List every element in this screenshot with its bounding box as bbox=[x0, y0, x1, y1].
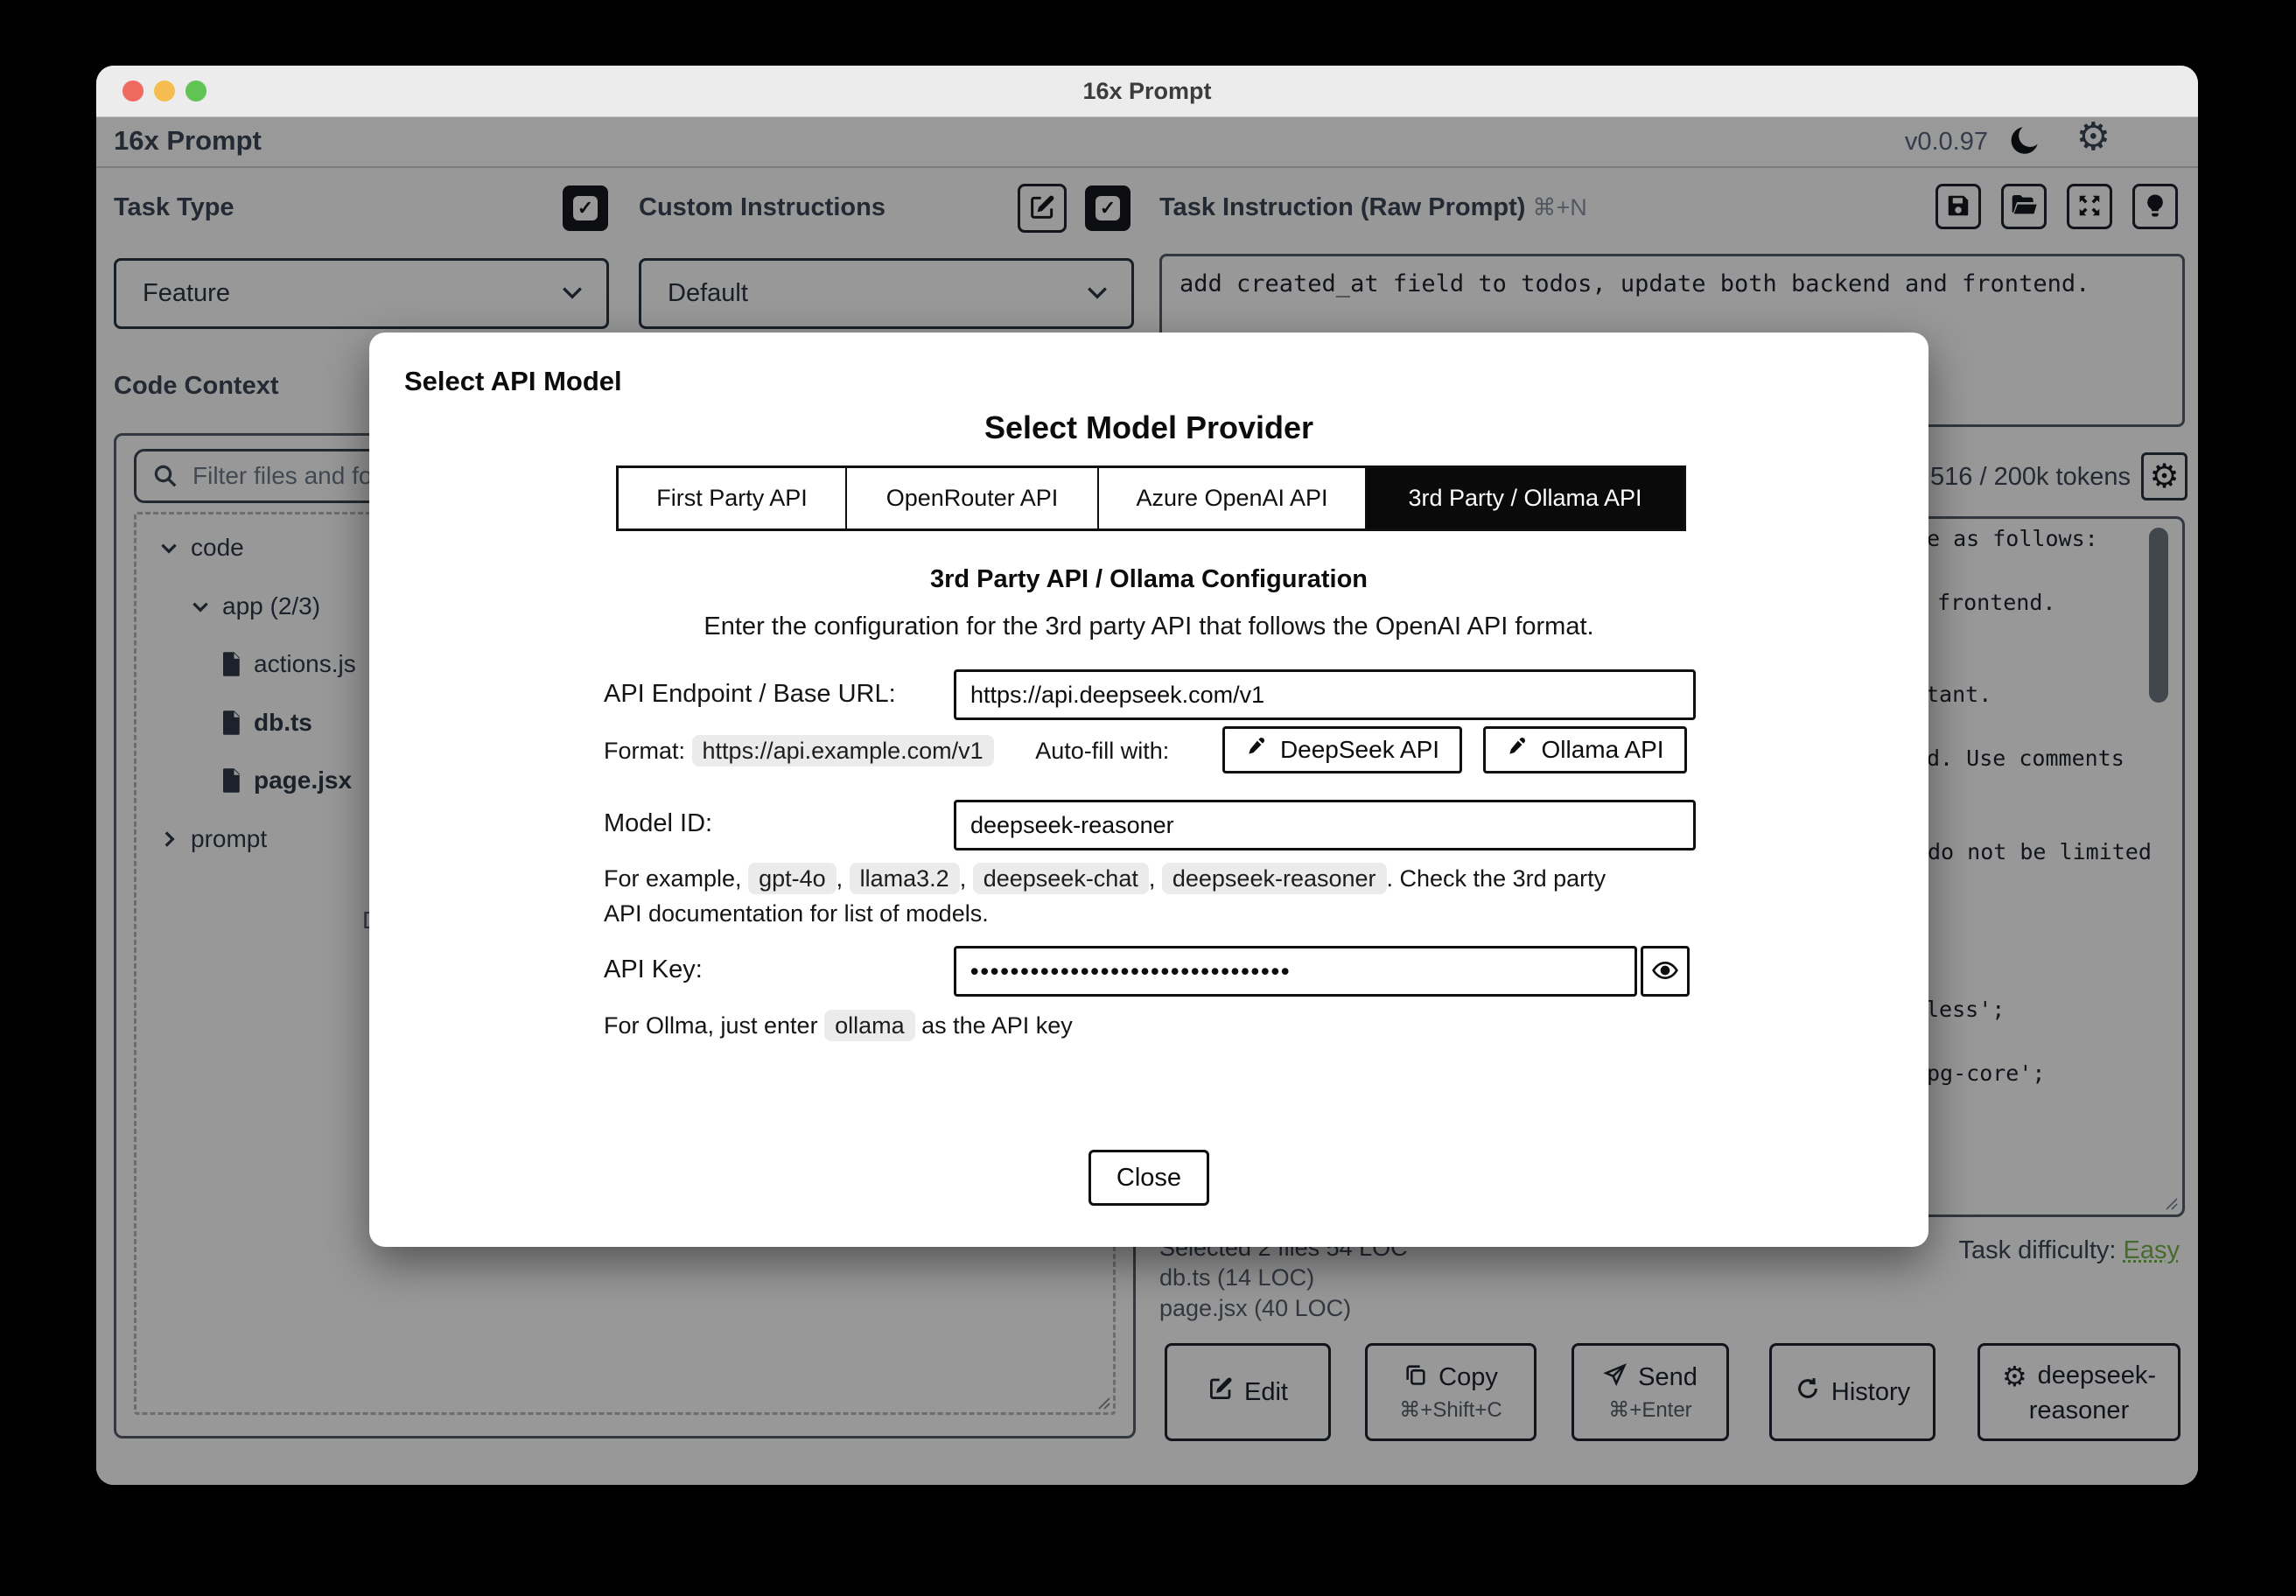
endpoint-value: https://api.deepseek.com/v1 bbox=[970, 681, 1265, 708]
model-id-value: deepseek-reasoner bbox=[970, 811, 1174, 838]
endpoint-input[interactable]: https://api.deepseek.com/v1 bbox=[954, 669, 1696, 720]
config-section-desc: Enter the configuration for the 3rd part… bbox=[704, 612, 1594, 640]
code-chip: deepseek-chat bbox=[972, 863, 1149, 894]
hint-text: as the API key bbox=[914, 1012, 1073, 1039]
provider-heading: Select Model Provider bbox=[984, 410, 1314, 445]
code-chip: deepseek-reasoner bbox=[1161, 863, 1387, 894]
select-api-model-dialog: Select API Model Select Model Provider F… bbox=[369, 332, 1928, 1247]
provider-tabs: First Party API OpenRouter API Azure OpenA… bbox=[616, 466, 1686, 531]
autofill-ollama-button[interactable]: Ollama API bbox=[1483, 726, 1687, 774]
tab-openrouter-api[interactable]: OpenRouter API bbox=[847, 468, 1099, 528]
close-dialog-button[interactable]: Close bbox=[1088, 1150, 1209, 1206]
endpoint-label: API Endpoint / Base URL: bbox=[604, 680, 896, 708]
window-title: 16x Prompt bbox=[1082, 78, 1212, 104]
model-id-label: Model ID: bbox=[604, 809, 713, 837]
hint-text: , bbox=[959, 865, 973, 892]
api-key-value: •••••••••••••••••••••••••••••••• bbox=[970, 957, 1292, 984]
config-section-title: 3rd Party API / Ollama Configuration bbox=[929, 565, 1368, 593]
model-examples-text: For example, gpt-4o, llama3.2, deepseek-… bbox=[604, 861, 1610, 931]
format-hint: Format: https://api.example.com/v1 Auto-… bbox=[604, 733, 1169, 768]
hint-text: For Ollma, just enter bbox=[604, 1012, 825, 1039]
format-label: Format: bbox=[604, 738, 686, 764]
app-window: 16x Prompt 16x Prompt v0.0.97 ⚙ Task Typ… bbox=[96, 66, 2198, 1485]
hint-text: , bbox=[836, 865, 850, 892]
pen-icon bbox=[1506, 736, 1529, 765]
ollama-api-key-hint: For Ollma, just enter ollama as the API … bbox=[604, 1008, 1610, 1043]
api-key-label: API Key: bbox=[604, 956, 703, 984]
hint-text: , bbox=[1148, 865, 1162, 892]
code-chip: gpt-4o bbox=[748, 863, 836, 894]
pen-icon bbox=[1245, 736, 1268, 765]
api-key-input[interactable]: •••••••••••••••••••••••••••••••• bbox=[954, 946, 1637, 997]
code-chip: ollama bbox=[824, 1010, 915, 1041]
dialog-title: Select API Model bbox=[404, 366, 622, 396]
autofill-deepseek-button[interactable]: DeepSeek API bbox=[1222, 726, 1462, 774]
tab-3rd-party-ollama-api[interactable]: 3rd Party / Ollama API bbox=[1367, 468, 1684, 528]
eye-icon bbox=[1651, 956, 1679, 987]
model-id-input[interactable]: deepseek-reasoner bbox=[954, 800, 1696, 850]
app-content: 16x Prompt v0.0.97 ⚙ Task Type ✓ Feature… bbox=[96, 116, 2198, 1485]
tab-first-party-api[interactable]: First Party API bbox=[619, 468, 847, 528]
autofill-deepseek-label: DeepSeek API bbox=[1279, 736, 1440, 763]
autofill-label: Auto-fill with: bbox=[1035, 738, 1170, 764]
format-example-code: https://api.example.com/v1 bbox=[691, 735, 994, 766]
tab-azure-openai-api[interactable]: Azure OpenAI API bbox=[1099, 468, 1367, 528]
reveal-api-key-button[interactable] bbox=[1641, 946, 1690, 997]
autofill-ollama-label: Ollama API bbox=[1541, 736, 1664, 763]
code-chip: llama3.2 bbox=[849, 863, 960, 894]
hint-text: For example, bbox=[604, 865, 749, 892]
titlebar: 16x Prompt bbox=[96, 66, 2198, 117]
